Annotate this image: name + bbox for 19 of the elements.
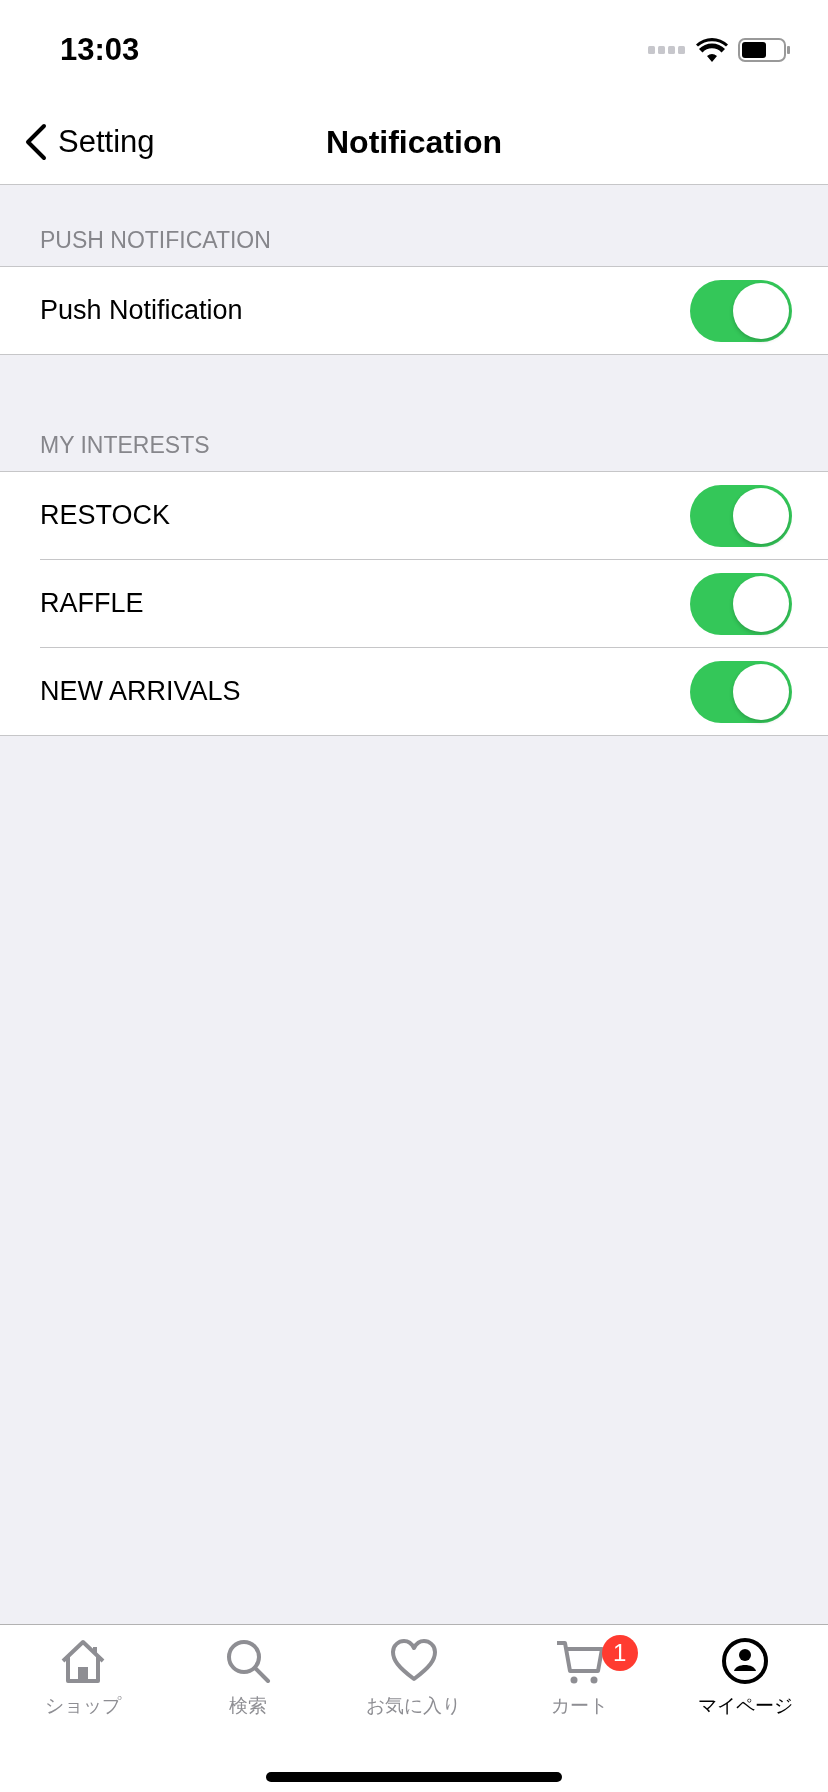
section-header: MY INTERESTS: [40, 432, 210, 459]
battery-icon: [738, 38, 790, 62]
setting-label: NEW ARRIVALS: [40, 676, 241, 707]
tab-item[interactable]: お気に入り: [331, 1635, 497, 1719]
section-header: PUSH NOTIFICATION: [40, 227, 271, 254]
tab-item[interactable]: マイページ: [662, 1635, 828, 1719]
status-time: 13:03: [60, 32, 140, 68]
setting-label: Push Notification: [40, 295, 243, 326]
back-button[interactable]: Setting: [24, 123, 155, 161]
tab-item[interactable]: 検索: [165, 1635, 332, 1719]
page-title: Notification: [326, 123, 502, 161]
count-badge: 1: [601, 1635, 638, 1671]
tab-item[interactable]: ショップ: [0, 1635, 166, 1719]
setting-label: RESTOCK: [40, 500, 171, 531]
tab-item[interactable]: カート 1: [496, 1635, 663, 1719]
signal-icon: [648, 46, 686, 54]
setting-label: RAFFLE: [40, 588, 144, 619]
chevron-left-icon: [24, 123, 48, 161]
wifi-icon: [696, 38, 728, 62]
